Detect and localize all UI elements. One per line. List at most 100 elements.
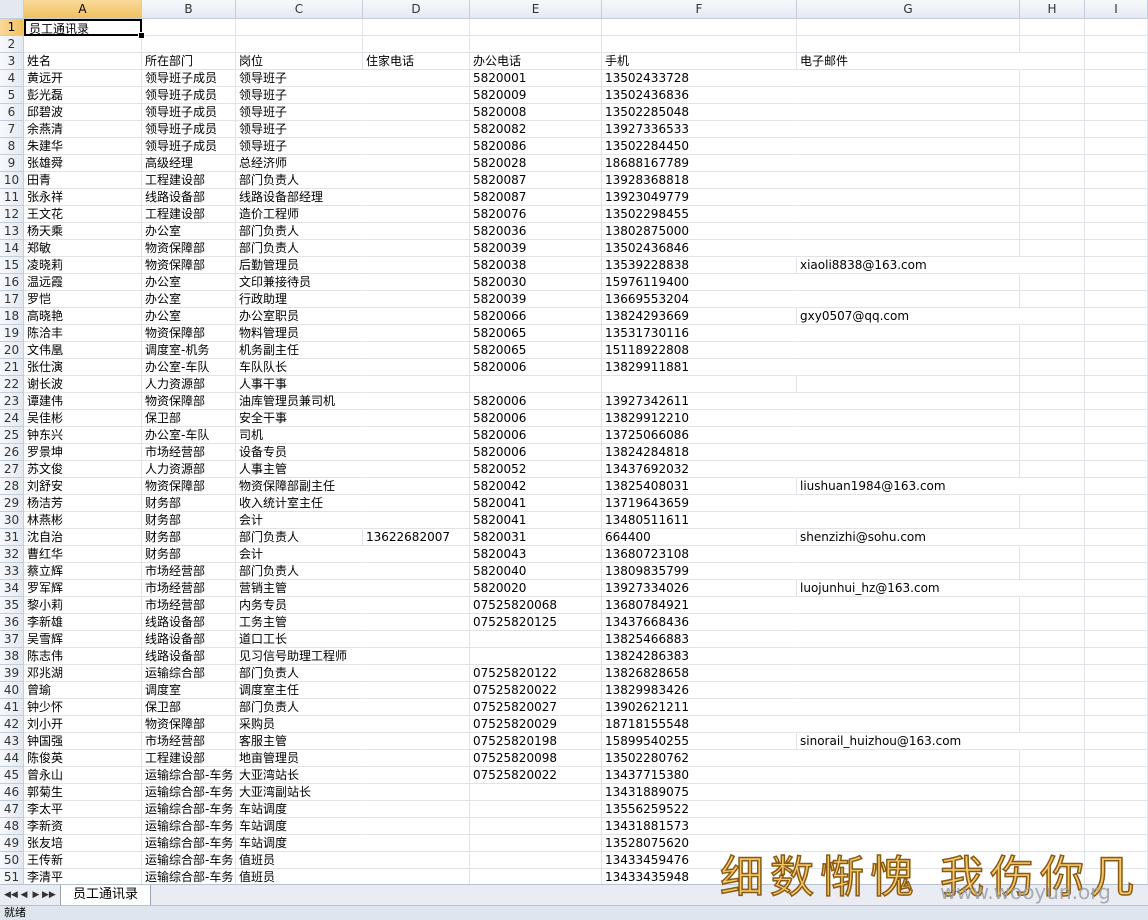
- table-cell[interactable]: [797, 172, 1020, 189]
- table-cell[interactable]: 会计: [236, 546, 363, 563]
- table-cell[interactable]: 13802875000: [602, 223, 797, 240]
- table-cell[interactable]: [1085, 291, 1148, 308]
- table-cell[interactable]: 李太平: [24, 801, 142, 818]
- table-cell[interactable]: 领导班子成员: [142, 121, 236, 138]
- table-cell[interactable]: 物资保障部副主任: [236, 478, 363, 495]
- table-cell[interactable]: 07525820125: [470, 614, 602, 631]
- table-cell[interactable]: [1020, 733, 1085, 750]
- table-cell[interactable]: 王文花: [24, 206, 142, 223]
- table-cell[interactable]: [1020, 648, 1085, 665]
- row-header[interactable]: 9: [0, 155, 24, 172]
- row-header[interactable]: 18: [0, 308, 24, 325]
- table-cell[interactable]: [363, 512, 470, 529]
- table-cell[interactable]: [797, 325, 1020, 342]
- table-cell[interactable]: 线路设备部: [142, 631, 236, 648]
- table-cell[interactable]: 财务部: [142, 529, 236, 546]
- table-cell[interactable]: [1085, 580, 1148, 597]
- row-header[interactable]: 8: [0, 138, 24, 155]
- table-cell[interactable]: 13502298455: [602, 206, 797, 223]
- table-cell[interactable]: 运输综合部: [142, 665, 236, 682]
- table-cell[interactable]: 陈俊英: [24, 750, 142, 767]
- table-cell[interactable]: 客服主管: [236, 733, 363, 750]
- table-cell[interactable]: 13437692032: [602, 461, 797, 478]
- table-cell[interactable]: 吴雪辉: [24, 631, 142, 648]
- table-cell[interactable]: [363, 87, 470, 104]
- table-cell[interactable]: [797, 342, 1020, 359]
- table-cell[interactable]: 人事主管: [236, 461, 363, 478]
- table-cell[interactable]: [1085, 478, 1148, 495]
- table-cell[interactable]: 13829912210: [602, 410, 797, 427]
- table-cell[interactable]: 13531730116: [602, 325, 797, 342]
- table-cell[interactable]: 5820042: [470, 478, 602, 495]
- table-cell[interactable]: [1020, 274, 1085, 291]
- table-cell[interactable]: 15976119400: [602, 274, 797, 291]
- table-cell[interactable]: [1085, 665, 1148, 682]
- row-header[interactable]: 15: [0, 257, 24, 274]
- table-cell[interactable]: 部门负责人: [236, 665, 363, 682]
- table-cell[interactable]: [1085, 427, 1148, 444]
- table-cell[interactable]: 5820006: [470, 359, 602, 376]
- table-cell[interactable]: 财务部: [142, 512, 236, 529]
- table-cell[interactable]: 市场经营部: [142, 444, 236, 461]
- table-cell[interactable]: luojunhui_hz@163.com: [797, 580, 1020, 597]
- table-cell[interactable]: [1085, 767, 1148, 784]
- table-cell[interactable]: 5820065: [470, 325, 602, 342]
- table-cell[interactable]: [797, 665, 1020, 682]
- table-cell[interactable]: 市场经营部: [142, 733, 236, 750]
- row-header[interactable]: 13: [0, 223, 24, 240]
- table-cell[interactable]: 工务主管: [236, 614, 363, 631]
- table-cell[interactable]: [797, 801, 1020, 818]
- table-cell[interactable]: [797, 36, 1020, 53]
- table-cell[interactable]: 谭建伟: [24, 393, 142, 410]
- table-cell[interactable]: [363, 138, 470, 155]
- table-cell[interactable]: [1085, 274, 1148, 291]
- table-cell[interactable]: 保卫部: [142, 410, 236, 427]
- table-cell[interactable]: [1085, 325, 1148, 342]
- table-cell[interactable]: [797, 767, 1020, 784]
- table-cell[interactable]: 5820031: [470, 529, 602, 546]
- next-sheet-icon[interactable]: ▶: [30, 889, 42, 901]
- table-cell[interactable]: [363, 716, 470, 733]
- table-cell[interactable]: 姓名: [24, 53, 142, 70]
- row-header[interactable]: 39: [0, 665, 24, 682]
- table-cell[interactable]: [363, 648, 470, 665]
- table-cell[interactable]: [363, 274, 470, 291]
- table-cell[interactable]: 物资保障部: [142, 325, 236, 342]
- table-cell[interactable]: 领导班子成员: [142, 104, 236, 121]
- table-cell[interactable]: [1020, 597, 1085, 614]
- table-cell[interactable]: [797, 240, 1020, 257]
- table-cell[interactable]: [470, 784, 602, 801]
- table-cell[interactable]: [1020, 359, 1085, 376]
- table-cell[interactable]: 道口工长: [236, 631, 363, 648]
- table-cell[interactable]: 曹红华: [24, 546, 142, 563]
- table-cell[interactable]: [470, 36, 602, 53]
- table-cell[interactable]: 5820036: [470, 223, 602, 240]
- table-cell[interactable]: 余燕清: [24, 121, 142, 138]
- table-cell[interactable]: 07525820068: [470, 597, 602, 614]
- table-cell[interactable]: 高级经理: [142, 155, 236, 172]
- table-cell[interactable]: 曾瑜: [24, 682, 142, 699]
- column-header[interactable]: F: [602, 0, 797, 19]
- table-cell[interactable]: [142, 19, 236, 36]
- table-cell[interactable]: [1020, 155, 1085, 172]
- table-cell[interactable]: [470, 648, 602, 665]
- table-cell[interactable]: 采购员: [236, 716, 363, 733]
- table-cell[interactable]: 13622682007: [363, 529, 470, 546]
- row-header[interactable]: 6: [0, 104, 24, 121]
- table-cell[interactable]: [1085, 376, 1148, 393]
- table-cell[interactable]: [1020, 444, 1085, 461]
- table-cell[interactable]: [1085, 631, 1148, 648]
- table-cell[interactable]: 地亩管理员: [236, 750, 363, 767]
- table-cell[interactable]: 领导班子: [236, 104, 363, 121]
- table-cell[interactable]: [1020, 325, 1085, 342]
- table-cell[interactable]: [602, 19, 797, 36]
- table-cell[interactable]: [1085, 240, 1148, 257]
- table-cell[interactable]: [470, 376, 602, 393]
- table-cell[interactable]: [1085, 597, 1148, 614]
- table-cell[interactable]: [363, 172, 470, 189]
- table-cell[interactable]: 张永祥: [24, 189, 142, 206]
- table-cell[interactable]: 13669553204: [602, 291, 797, 308]
- table-cell[interactable]: [470, 818, 602, 835]
- row-header[interactable]: 34: [0, 580, 24, 597]
- table-cell[interactable]: 办公室: [142, 308, 236, 325]
